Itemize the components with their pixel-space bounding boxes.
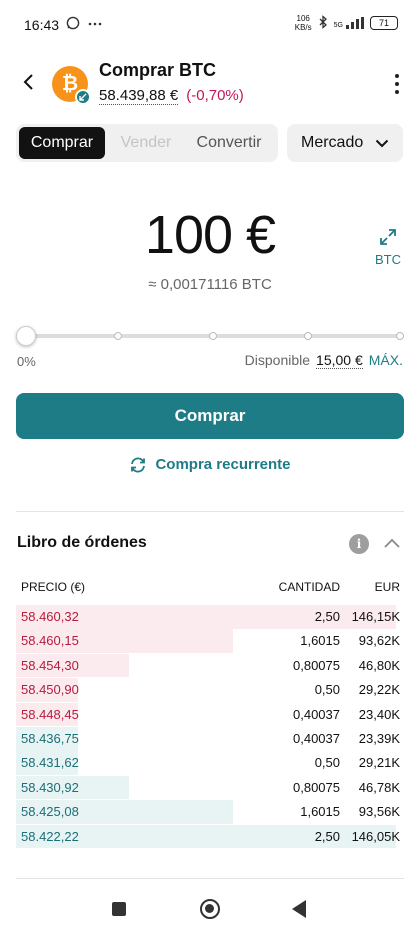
order-book-row[interactable]: 58.430,92 0,80075 46,78K bbox=[16, 775, 404, 800]
back-nav-button[interactable] bbox=[292, 900, 306, 918]
recurring-buy-label: Compra recurrente bbox=[155, 456, 291, 473]
row-eur: 146,15K bbox=[351, 609, 400, 624]
col-quantity: CANTIDAD bbox=[278, 580, 340, 594]
bluetooth-icon bbox=[318, 15, 328, 31]
order-type-label: Mercado bbox=[301, 134, 364, 151]
order-book-rows: 58.460,32 2,50 146,15K 58.460,15 1,6015 93,62… bbox=[16, 605, 404, 849]
whatsapp-icon bbox=[66, 16, 80, 33]
row-eur: 93,62K bbox=[358, 633, 400, 649]
amount-input[interactable]: 100 € bbox=[0, 204, 420, 266]
order-book-row[interactable]: 58.460,15 1,6015 93,62K bbox=[16, 629, 404, 653]
header: ₿ Comprar BTC 58.439,88 € (-0,70%) bbox=[0, 56, 420, 112]
order-book-title: Libro de órdenes bbox=[17, 534, 147, 551]
recurring-buy-button[interactable]: Compra recurrente bbox=[0, 456, 420, 473]
row-eur: 46,80K bbox=[358, 657, 400, 673]
row-quantity: 0,50 bbox=[314, 682, 340, 698]
row-eur: 29,22K bbox=[358, 682, 400, 698]
collapse-button[interactable] bbox=[381, 533, 403, 555]
home-button[interactable] bbox=[200, 899, 220, 919]
tab-comprar[interactable]: Comprar bbox=[19, 127, 105, 159]
arrow-down-left-icon bbox=[75, 89, 91, 105]
row-price: 58.448,45 bbox=[21, 706, 79, 722]
row-quantity: 1,6015 bbox=[300, 804, 340, 820]
row-price: 58.454,30 bbox=[21, 657, 79, 673]
row-price: 58.450,90 bbox=[21, 682, 79, 698]
trade-tabs: Comprar Vender Convertir bbox=[16, 124, 278, 162]
order-book-row[interactable]: 58.450,90 0,50 29,22K bbox=[16, 678, 404, 702]
available-balance: Disponible 15,00 € MÁX. bbox=[245, 352, 403, 369]
chevron-left-icon bbox=[23, 74, 33, 90]
row-price: 58.425,08 bbox=[21, 804, 79, 820]
current-price[interactable]: 58.439,88 € bbox=[99, 87, 179, 105]
available-value[interactable]: 15,00 € bbox=[316, 352, 363, 369]
network-speed: 106 KB/s bbox=[294, 14, 312, 32]
order-book-row[interactable]: 58.448,45 0,40037 23,40K bbox=[16, 702, 404, 727]
order-book-header: PRECIO (€) CANTIDAD EUR bbox=[16, 580, 404, 596]
more-options-button[interactable] bbox=[392, 72, 402, 96]
chevron-up-icon bbox=[384, 538, 400, 548]
order-book-row[interactable]: 58.431,62 0,50 29,21K bbox=[16, 751, 404, 775]
row-price: 58.460,15 bbox=[21, 633, 79, 649]
system-nav-bar bbox=[0, 890, 420, 935]
refresh-icon bbox=[131, 457, 146, 472]
swap-currency-label: BTC bbox=[375, 252, 401, 267]
back-button[interactable] bbox=[16, 70, 40, 94]
row-quantity: 2,50 bbox=[314, 609, 340, 624]
row-eur: 93,56K bbox=[358, 804, 400, 820]
row-eur: 29,21K bbox=[358, 755, 400, 771]
price-change: (-0,70%) bbox=[186, 87, 244, 104]
order-type-dropdown[interactable]: Mercado bbox=[287, 124, 403, 162]
row-eur: 23,40K bbox=[358, 706, 400, 722]
row-quantity: 2,50 bbox=[314, 828, 340, 844]
amount-slider[interactable] bbox=[16, 326, 404, 346]
row-quantity: 0,80075 bbox=[293, 779, 340, 795]
row-eur: 23,39K bbox=[358, 730, 400, 746]
order-book-row[interactable]: 58.454,30 0,80075 46,80K bbox=[16, 653, 404, 678]
signal-icon: 5G bbox=[334, 17, 364, 29]
row-quantity: 0,40037 bbox=[293, 730, 340, 746]
chevron-down-icon bbox=[375, 139, 389, 147]
swap-currency-button[interactable]: BTC bbox=[372, 228, 404, 267]
row-price: 58.460,32 bbox=[21, 609, 79, 624]
info-icon[interactable]: i bbox=[349, 534, 369, 554]
row-price: 58.422,22 bbox=[21, 828, 79, 844]
status-time: 16:43 bbox=[24, 17, 60, 33]
order-book-row[interactable]: 58.436,75 0,40037 23,39K bbox=[16, 726, 404, 751]
order-book-row[interactable]: 58.460,32 2,50 146,15K bbox=[16, 605, 404, 629]
col-eur: EUR bbox=[374, 580, 400, 594]
row-quantity: 0,80075 bbox=[293, 657, 340, 673]
row-quantity: 0,50 bbox=[314, 755, 340, 771]
divider bbox=[16, 878, 404, 879]
page-title: Comprar BTC bbox=[99, 60, 217, 80]
available-label: Disponible bbox=[244, 352, 311, 368]
expand-arrows-icon bbox=[380, 229, 396, 245]
recents-button[interactable] bbox=[112, 902, 126, 916]
max-button[interactable]: MÁX. bbox=[369, 352, 403, 368]
row-price: 58.430,92 bbox=[21, 779, 79, 795]
tab-convertir[interactable]: Convertir bbox=[187, 127, 271, 159]
tab-vender[interactable]: Vender bbox=[105, 127, 187, 159]
row-eur: 46,78K bbox=[358, 779, 400, 795]
slider-thumb[interactable] bbox=[16, 326, 36, 346]
order-book-row[interactable]: 58.422,22 2,50 146,05K bbox=[16, 824, 404, 849]
row-quantity: 1,6015 bbox=[300, 633, 340, 649]
status-bar: 16:43 106 KB/s 5G 71 bbox=[0, 0, 420, 50]
col-price: PRECIO (€) bbox=[21, 580, 86, 594]
row-price: 58.436,75 bbox=[21, 730, 79, 746]
buy-button[interactable]: Comprar bbox=[16, 393, 404, 439]
row-price: 58.431,62 bbox=[21, 755, 79, 771]
row-quantity: 0,40037 bbox=[293, 706, 340, 722]
slider-percent: 0% bbox=[17, 354, 36, 369]
order-book-row[interactable]: 58.425,08 1,6015 93,56K bbox=[16, 800, 404, 824]
slider-stop-75[interactable] bbox=[304, 332, 312, 340]
slider-stop-25[interactable] bbox=[114, 332, 122, 340]
converted-amount: ≈ 0,00171116 BTC bbox=[148, 276, 272, 293]
row-eur: 146,05K bbox=[351, 828, 400, 844]
slider-stop-100[interactable] bbox=[396, 332, 404, 340]
divider bbox=[16, 511, 404, 512]
slider-stop-50[interactable] bbox=[209, 332, 217, 340]
battery-icon: 71 bbox=[370, 16, 398, 30]
more-dots-icon bbox=[88, 16, 102, 33]
